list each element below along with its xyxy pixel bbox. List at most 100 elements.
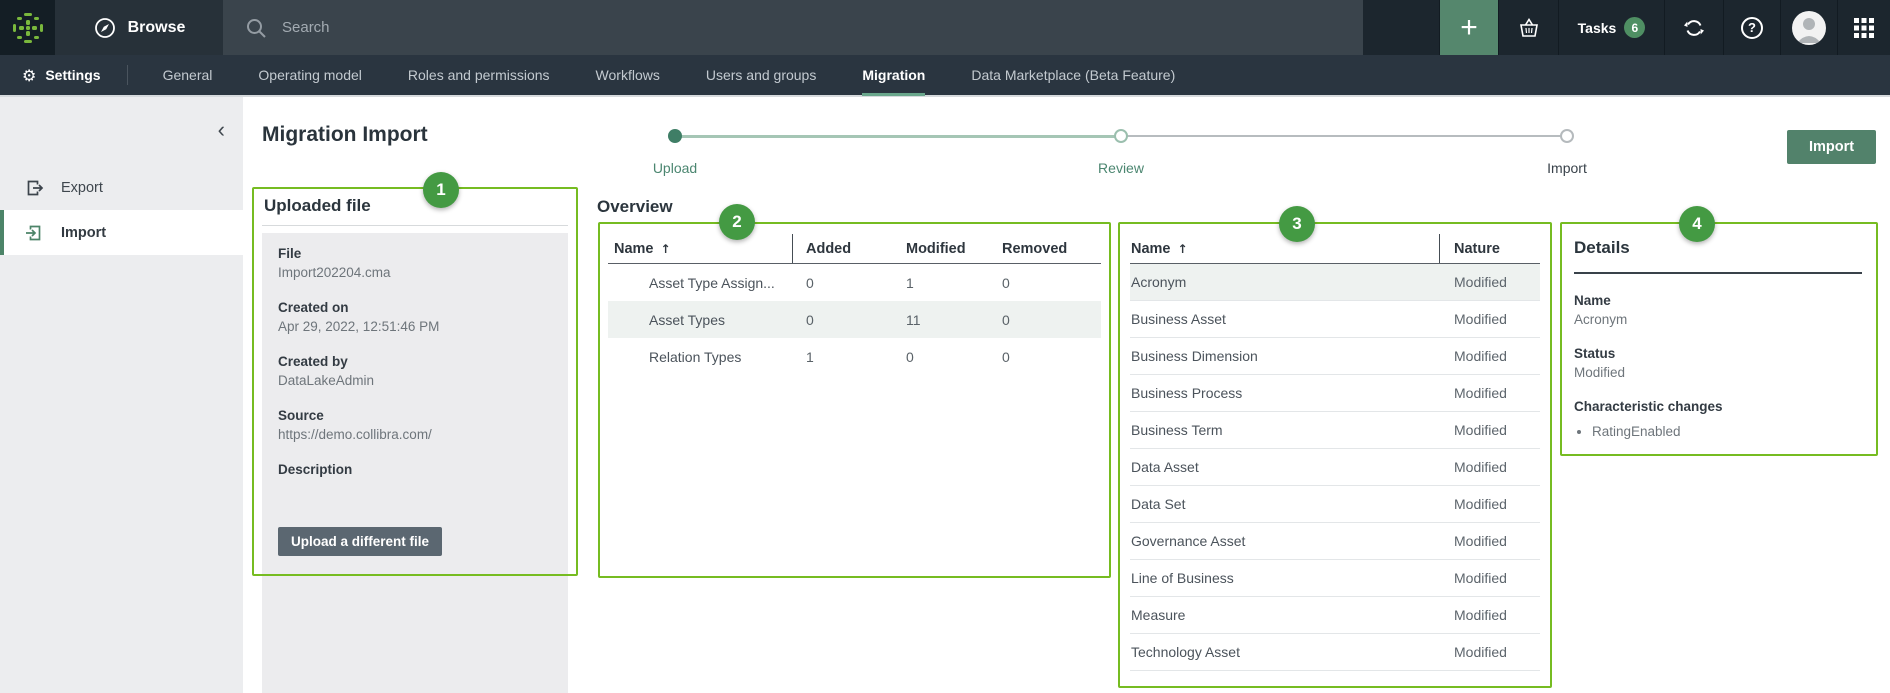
annotation-badge-1: 1 bbox=[423, 172, 459, 208]
characteristic-changes-list: RatingEnabled bbox=[1592, 422, 1864, 441]
changes-table-row[interactable]: Business Term Modified bbox=[1130, 412, 1540, 449]
annotation-badge-2: 2 bbox=[719, 204, 755, 240]
uploaded-file-title-rule bbox=[262, 225, 568, 226]
stepper-label-review: Review bbox=[1098, 160, 1144, 176]
changes-table-row[interactable]: Technology Asset Modified bbox=[1130, 634, 1540, 671]
changes-table-row[interactable]: Business Process Modified bbox=[1130, 375, 1540, 412]
changes-table-row[interactable]: Governance Asset Modified bbox=[1130, 523, 1540, 560]
settings-tab[interactable]: Workflows bbox=[573, 54, 683, 96]
field-group: Created on Apr 29, 2022, 12:51:46 PM bbox=[278, 299, 552, 336]
column-header-removed[interactable]: Removed bbox=[989, 234, 1101, 263]
overview-table: Name ↑ Added Modified Removed Asset Type… bbox=[608, 234, 1101, 375]
settings-tab[interactable]: Operating model bbox=[235, 54, 385, 96]
stepper-dot-upload bbox=[668, 129, 682, 143]
annotation-badge-3: 3 bbox=[1279, 206, 1315, 242]
settings-tab[interactable]: Users and groups bbox=[683, 54, 840, 96]
uploaded-file-title: Uploaded file bbox=[264, 196, 371, 216]
field-group: Created by DataLakeAdmin bbox=[278, 353, 552, 390]
overview-table-row[interactable]: Asset Types 0 11 0 bbox=[608, 301, 1101, 338]
changes-table-header: Name ↑ Nature bbox=[1130, 234, 1540, 264]
user-menu-button[interactable] bbox=[1780, 0, 1837, 55]
sidebar-item-export[interactable]: Export bbox=[0, 165, 243, 210]
collapse-sidebar-icon[interactable]: ‹ bbox=[218, 121, 225, 139]
app-logo[interactable] bbox=[0, 0, 55, 55]
help-button[interactable]: ? bbox=[1723, 0, 1780, 55]
sidebar-item-import[interactable]: Import bbox=[0, 210, 243, 255]
basket-icon bbox=[1518, 17, 1540, 39]
changes-table-row[interactable]: Line of Business Modified bbox=[1130, 560, 1540, 597]
sync-button[interactable] bbox=[1664, 0, 1723, 55]
column-header-added[interactable]: Added bbox=[793, 234, 893, 263]
sync-icon bbox=[1683, 17, 1705, 39]
stepper-dot-import bbox=[1560, 129, 1574, 143]
top-navbar: Browse + Tasks 6 ? bbox=[0, 0, 1890, 55]
gear-icon: ⚙ bbox=[22, 66, 36, 85]
uploaded-file-fields: File Import202204.cma Created on Apr 29,… bbox=[278, 245, 552, 498]
column-header-name[interactable]: Name ↑ bbox=[1130, 234, 1440, 263]
changes-table-row[interactable]: Acronym Modified bbox=[1130, 264, 1540, 301]
stepper-dot-review bbox=[1114, 129, 1128, 143]
shopping-basket-button[interactable] bbox=[1498, 0, 1558, 55]
settings-tab[interactable]: Migration bbox=[839, 54, 948, 96]
settings-tab[interactable]: Roles and permissions bbox=[385, 54, 573, 96]
details-title-rule bbox=[1574, 272, 1862, 274]
import-button[interactable]: Import bbox=[1787, 130, 1876, 164]
compass-icon bbox=[93, 16, 117, 40]
collibra-logo-icon bbox=[10, 10, 46, 46]
sidebar-item-label: Export bbox=[61, 180, 103, 196]
topbar-spacer bbox=[1363, 0, 1439, 55]
changes-table-body: Acronym Modified Business Asset Modified… bbox=[1130, 264, 1540, 671]
sidebar-menu: Export Import bbox=[0, 165, 243, 255]
apps-menu-button[interactable] bbox=[1837, 0, 1890, 55]
field-group: Source https://demo.collibra.com/ bbox=[278, 407, 552, 444]
characteristic-changes-label: Characteristic changes bbox=[1574, 398, 1864, 416]
changes-table-row[interactable]: Business Dimension Modified bbox=[1130, 338, 1540, 375]
overview-table-header: Name ↑ Added Modified Removed bbox=[608, 234, 1101, 264]
overview-table-body: Asset Type Assign... 0 1 0 Asset Types 0… bbox=[608, 264, 1101, 375]
settings-navbar: ⚙ Settings General Operating model Roles… bbox=[0, 55, 1890, 97]
field-group: Name Acronym bbox=[1574, 292, 1864, 329]
search-icon bbox=[245, 17, 267, 39]
field-group: File Import202204.cma bbox=[278, 245, 552, 282]
import-icon bbox=[24, 223, 44, 243]
changes-table: Name ↑ Nature Acronym Modified Business … bbox=[1130, 234, 1540, 671]
create-button[interactable]: + bbox=[1439, 0, 1498, 55]
uploaded-file-card: File Import202204.cma Created on Apr 29,… bbox=[262, 233, 568, 693]
tasks-count-badge: 6 bbox=[1624, 17, 1645, 38]
avatar bbox=[1792, 11, 1826, 45]
overview-table-row[interactable]: Relation Types 1 0 0 bbox=[608, 338, 1101, 375]
migration-sidebar: ‹ Export Import bbox=[0, 97, 243, 693]
column-header-nature[interactable]: Nature bbox=[1440, 234, 1540, 263]
details-title: Details bbox=[1574, 238, 1864, 258]
page-title: Migration Import bbox=[262, 123, 428, 147]
settings-tabs: General Operating model Roles and permis… bbox=[140, 54, 1199, 96]
settings-label: Settings bbox=[45, 67, 100, 83]
details-fields: Name Acronym Status Modified bbox=[1574, 292, 1864, 382]
column-header-name[interactable]: Name ↑ bbox=[608, 234, 793, 263]
column-header-modified[interactable]: Modified bbox=[893, 234, 989, 263]
browse-label: Browse bbox=[128, 19, 186, 37]
person-icon bbox=[1792, 11, 1826, 45]
sort-asc-icon: ↑ bbox=[661, 242, 671, 256]
changes-table-row[interactable]: Measure Modified bbox=[1130, 597, 1540, 634]
stepper-label-import: Import bbox=[1547, 160, 1587, 176]
changes-table-row[interactable]: Data Set Modified bbox=[1130, 486, 1540, 523]
upload-different-file-button[interactable]: Upload a different file bbox=[278, 527, 442, 556]
sort-asc-icon: ↑ bbox=[1178, 242, 1188, 256]
changes-table-row[interactable]: Data Asset Modified bbox=[1130, 449, 1540, 486]
tasks-button[interactable]: Tasks 6 bbox=[1558, 0, 1664, 55]
settings-tab[interactable]: Data Marketplace (Beta Feature) bbox=[948, 54, 1198, 96]
question-icon: ? bbox=[1741, 17, 1763, 39]
annotation-badge-4: 4 bbox=[1679, 206, 1715, 242]
characteristic-item: RatingEnabled bbox=[1592, 422, 1864, 441]
details-panel: Details Name Acronym Status Modified Cha… bbox=[1560, 222, 1878, 456]
changes-table-row[interactable]: Business Asset Modified bbox=[1130, 301, 1540, 338]
browse-button[interactable]: Browse bbox=[55, 0, 223, 55]
stepper-track-upcoming bbox=[1121, 135, 1567, 137]
overview-table-row[interactable]: Asset Type Assign... 0 1 0 bbox=[608, 264, 1101, 301]
tasks-label: Tasks bbox=[1578, 20, 1617, 36]
grid-icon bbox=[1854, 18, 1874, 38]
settings-tab[interactable]: General bbox=[140, 54, 236, 96]
main-content: Migration Import Import Upload Review Im… bbox=[243, 97, 1890, 693]
search-input[interactable] bbox=[282, 19, 1182, 36]
